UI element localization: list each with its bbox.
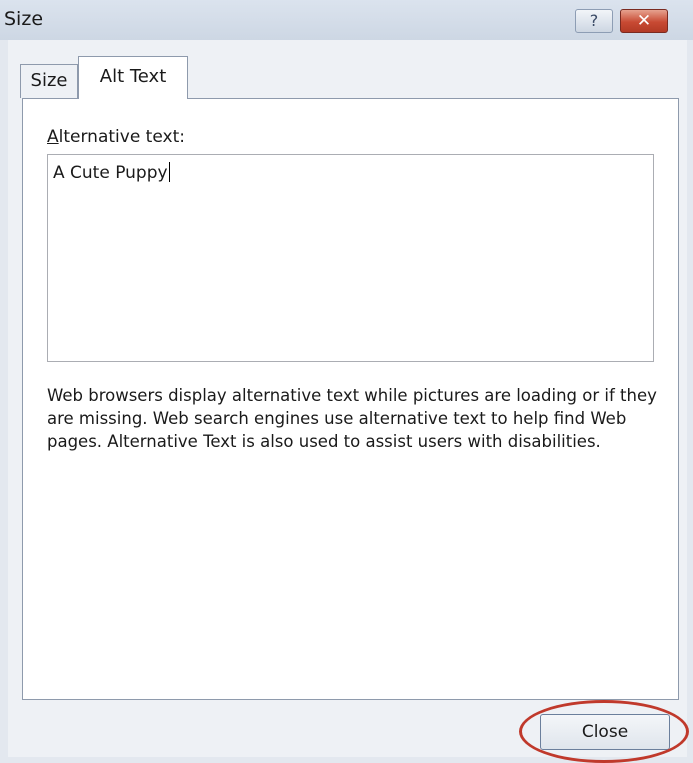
alt-text-description: Web browsers display alternative text wh… — [47, 386, 657, 451]
alternative-text-value: A Cute Puppy — [53, 163, 168, 183]
label-rest: lternative text: — [58, 127, 185, 147]
window-close-button[interactable]: ✕ — [620, 9, 668, 33]
question-mark-icon: ? — [589, 11, 599, 30]
alternative-text-label: Alternative text: — [47, 127, 185, 147]
window-title: Size — [4, 8, 44, 30]
close-button[interactable]: Close — [540, 714, 670, 750]
label-access-key: A — [47, 127, 59, 147]
tab-size[interactable]: Size — [20, 64, 78, 98]
alternative-text-field[interactable]: A Cute Puppy — [47, 154, 654, 362]
help-button[interactable]: ? — [575, 9, 613, 33]
title-bar[interactable]: Size ? ✕ — [0, 0, 693, 40]
text-caret — [168, 162, 170, 182]
alt-text-panel: Alternative text: A Cute Puppy Web brows… — [22, 98, 679, 700]
close-icon: ✕ — [636, 11, 652, 31]
tab-alt-text[interactable]: Alt Text — [78, 56, 188, 99]
